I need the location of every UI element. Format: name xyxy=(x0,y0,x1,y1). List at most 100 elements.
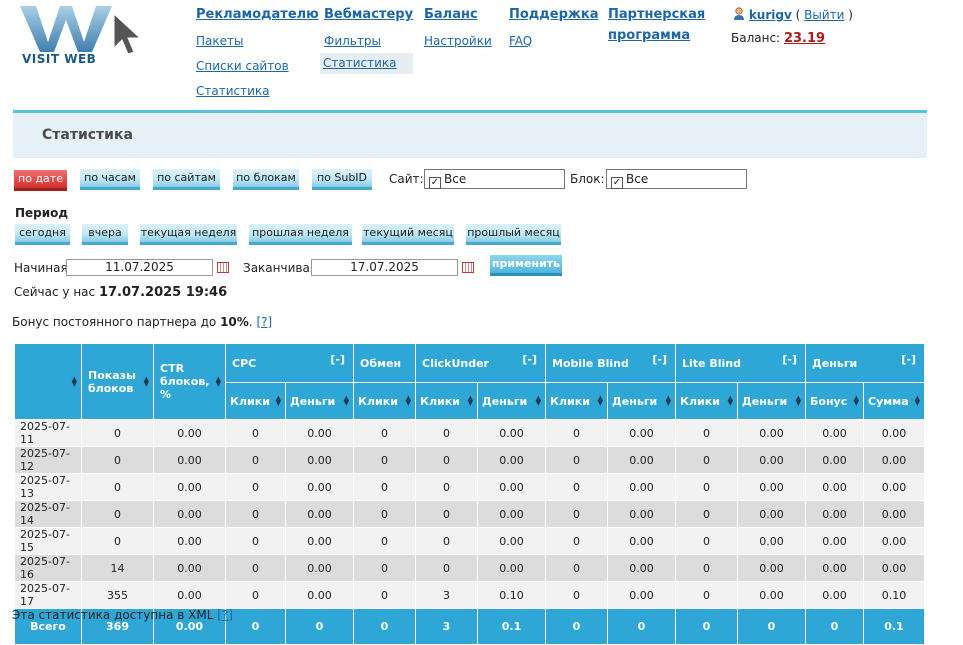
group-by-subid-button[interactable]: по SubID xyxy=(312,169,372,190)
end-date-input[interactable]: 17.07.2025 xyxy=(311,259,458,276)
group-by-blocks-button[interactable]: по блокам xyxy=(233,169,299,190)
table-cell: 0 xyxy=(415,554,478,582)
group-by-sites-button[interactable]: по сайтам xyxy=(153,169,220,190)
period-this-week-button[interactable]: текущая неделя xyxy=(140,224,237,245)
table-cell: 0 xyxy=(225,446,286,474)
table-cell: 0.00 xyxy=(477,419,546,447)
collapse-cpc-button[interactable]: [-] xyxy=(330,353,345,366)
table-cell: 0.00 xyxy=(805,527,864,555)
collapse-money-button[interactable]: [-] xyxy=(901,353,916,366)
user-name-link[interactable]: kurigv xyxy=(749,8,792,22)
table-cell: 0 xyxy=(225,581,286,609)
nav-balance[interactable]: Баланс xyxy=(424,7,478,22)
xml-help-link[interactable]: [?] xyxy=(217,608,233,622)
subheader-cell[interactable]: Деньги ▲ ▼ xyxy=(737,382,806,420)
table-row: 2025-07-16 14 0.00 0 0.00 0 0 0.00 0 0.00 0 0.00 0.0… xyxy=(14,554,925,582)
row-date: 2025-07-13 xyxy=(14,473,82,501)
bonus-help-link[interactable]: [?] xyxy=(256,315,272,329)
table-row: 2025-07-13 0 0.00 0 0.00 0 0 0.00 0 0.00 0 0.00 0.00… xyxy=(14,473,925,501)
table-cell: 0 xyxy=(545,500,608,528)
row-date: 2025-07-16 xyxy=(14,554,82,582)
table-cell: 0 xyxy=(353,581,416,609)
nav-advertiser-site-lists[interactable]: Списки сайтов xyxy=(196,59,289,73)
logout-link[interactable]: Выйти xyxy=(804,8,844,22)
apply-button[interactable]: применить xyxy=(490,255,562,276)
table-cell: 0.10 xyxy=(477,581,546,609)
table-cell: 0 xyxy=(415,500,478,528)
nav-partner-line2[interactable]: программа xyxy=(608,28,690,43)
nav-advertiser[interactable]: Рекламодателю xyxy=(196,7,319,22)
subheader-cell[interactable]: Деньги ▲ ▼ xyxy=(285,382,354,420)
subheader-cell[interactable]: Клики ▲ ▼ xyxy=(415,382,478,420)
table-cell: 0 xyxy=(675,419,738,447)
totals-cell: 0 xyxy=(545,608,608,645)
site-filter-select[interactable]: ✓ Все xyxy=(424,169,565,189)
bonus-value: 10% xyxy=(220,315,249,329)
table-cell: 0 xyxy=(353,527,416,555)
subheader-label: Сумма xyxy=(868,394,909,408)
period-last-week-button[interactable]: прошлая неделя xyxy=(249,224,352,245)
period-last-month-button[interactable]: прошлый месяц xyxy=(466,224,561,245)
totals-cell: 0 xyxy=(285,608,354,645)
group-by-date-button[interactable]: по дате xyxy=(14,170,67,191)
period-this-month-button[interactable]: текущий месяц xyxy=(362,224,454,245)
table-cell: 0 xyxy=(353,446,416,474)
header-mobile-label: Mobile Blind xyxy=(552,356,629,370)
sort-icon: ▲ ▼ xyxy=(143,374,149,388)
header-money-label: Деньги xyxy=(812,356,858,370)
sort-icon: ▲ ▼ xyxy=(665,394,671,407)
table-cell: 0.00 xyxy=(805,554,864,582)
sort-icon: ▲ ▼ xyxy=(215,374,221,388)
table-cell: 0.00 xyxy=(737,554,806,582)
checkbox-icon: ✓ xyxy=(611,177,623,189)
header-shows[interactable]: Показы блоков ▲ ▼ xyxy=(81,343,154,420)
subheader-cell[interactable]: Деньги ▲ ▼ xyxy=(477,382,546,420)
header-date-sort[interactable]: ▲ ▼ xyxy=(14,343,82,420)
subheader-cell[interactable]: Клики ▲ ▼ xyxy=(353,382,416,420)
calendar-icon[interactable] xyxy=(217,262,229,273)
nav-advertiser-packages[interactable]: Пакеты xyxy=(196,34,243,48)
header-mobile-blind: Mobile Blind [-] xyxy=(545,343,676,383)
subheader-label: Клики xyxy=(680,394,720,408)
nav-webmaster[interactable]: Вебмастеру xyxy=(324,7,413,22)
table-cell: 0 xyxy=(545,473,608,501)
page-title: Статистика xyxy=(42,127,133,143)
subheader-cell[interactable]: Сумма ▲ ▼ xyxy=(863,382,925,420)
collapse-lite-button[interactable]: [-] xyxy=(782,353,797,366)
nav-advertiser-statistics[interactable]: Статистика xyxy=(196,84,270,98)
table-cell: 0.00 xyxy=(607,446,676,474)
table-cell: 0 xyxy=(353,419,416,447)
start-date-input[interactable]: 11.07.2025 xyxy=(66,259,213,276)
sort-icon: ▲ ▼ xyxy=(795,394,801,407)
nav-balance-settings[interactable]: Настройки xyxy=(424,34,492,48)
block-filter-select[interactable]: ✓ Все xyxy=(606,169,747,189)
calendar-icon[interactable] xyxy=(462,262,474,273)
nav-partner-line1[interactable]: Партнерская xyxy=(608,7,705,22)
subheader-cell[interactable]: Деньги ▲ ▼ xyxy=(607,382,676,420)
sort-icon: ▲ ▼ xyxy=(275,394,281,407)
table-cell: 0.00 xyxy=(607,500,676,528)
table-cell: 0 xyxy=(675,473,738,501)
subheader-label: Клики xyxy=(420,394,460,408)
nav-support[interactable]: Поддержка xyxy=(509,7,598,22)
subheader-cell[interactable]: Клики ▲ ▼ xyxy=(225,382,286,420)
table-cell: 0.00 xyxy=(737,473,806,501)
user-area: kurigv ( Выйти ) xyxy=(733,7,853,22)
subheader-cell[interactable]: Бонус ▲ ▼ xyxy=(805,382,864,420)
subheader-cell[interactable]: Клики ▲ ▼ xyxy=(675,382,738,420)
collapse-mobile-button[interactable]: [-] xyxy=(652,353,667,366)
nav-webmaster-filters[interactable]: Фильтры xyxy=(324,34,381,48)
collapse-clickunder-button[interactable]: [-] xyxy=(522,353,537,366)
table-cell: 0 xyxy=(81,446,154,474)
subheader-label: Деньги xyxy=(290,394,336,408)
subheader-cell[interactable]: Клики ▲ ▼ xyxy=(545,382,608,420)
nav-webmaster-statistics[interactable]: Статистика xyxy=(320,53,413,74)
nav-support-faq[interactable]: FAQ xyxy=(509,34,532,48)
period-today-button[interactable]: сегодня xyxy=(15,224,70,245)
current-time-value: 17.07.2025 19:46 xyxy=(98,285,228,300)
header-ctr[interactable]: CTR блоков, % ▲ ▼ xyxy=(153,343,226,420)
header-lite-blind: Lite Blind [-] xyxy=(675,343,806,383)
group-by-hours-button[interactable]: по часам xyxy=(80,169,140,190)
balance-value-link[interactable]: 23.19 xyxy=(784,31,825,46)
period-yesterday-button[interactable]: вчера xyxy=(82,224,128,245)
